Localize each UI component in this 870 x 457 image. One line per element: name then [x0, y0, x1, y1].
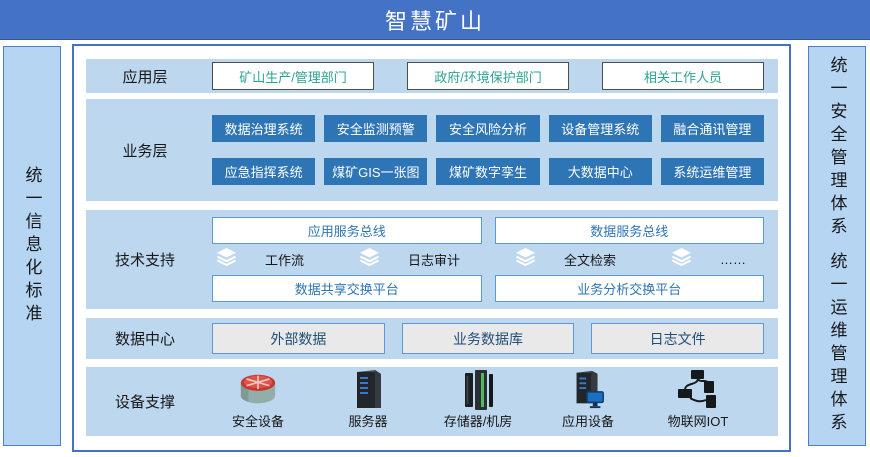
banner: 智慧矿山: [0, 0, 870, 40]
business-system-button: 应急指挥系统: [212, 158, 315, 185]
middleware-label: 日志审计: [408, 250, 460, 269]
service-bus-row: 应用服务总线 数据服务总线: [212, 217, 764, 244]
service-bus-box: 数据服务总线: [495, 217, 765, 244]
data-source-box: 业务数据库: [402, 323, 575, 354]
data-center-content: 外部数据 业务数据库 日志文件: [204, 318, 778, 359]
application-layer-content: 矿山生产/管理部门 政府/环境保护部门 相关工作人员: [204, 59, 778, 93]
right-panel-label-security: 统一安全管理体系: [829, 56, 846, 240]
application-box: 相关工作人员: [602, 62, 764, 90]
middleware-label: 全文检索: [564, 250, 616, 269]
right-panel-label-ops: 统一运维管理体系: [829, 252, 846, 436]
layers-icon: [359, 248, 380, 272]
device-support-row: 设备支撑 安全设备: [86, 367, 778, 436]
application-layer-row: 应用层 矿山生产/管理部门 政府/环境保护部门 相关工作人员: [86, 59, 778, 93]
layers-icon: [216, 248, 237, 272]
tech-support-label: 技术支持: [86, 210, 204, 309]
device-label: 安全设备: [232, 411, 284, 430]
middleware-item: 工作流: [216, 248, 304, 272]
business-system-button: 数据治理系统: [212, 115, 315, 142]
business-system-button: 设备管理系统: [549, 115, 652, 142]
right-standard-panel: 统一安全管理体系 统一运维管理体系: [808, 46, 866, 446]
device-label: 服务器: [348, 411, 387, 430]
middleware-item: 日志审计: [359, 248, 460, 272]
app-device-icon: [567, 368, 609, 410]
business-system-button: 煤矿数字孪生: [436, 158, 539, 185]
business-system-button: 融合通讯管理: [661, 115, 764, 142]
device-support-content: 安全设备 服务器: [204, 367, 778, 436]
tech-support-content: 应用服务总线 数据服务总线 工作流 日志审计: [204, 210, 778, 309]
device-item: 存储器/机房: [434, 368, 522, 430]
business-system-button: 安全风险分析: [436, 115, 539, 142]
device-label: 存储器/机房: [444, 411, 513, 430]
middleware-label: 工作流: [265, 250, 304, 269]
left-standard-panel: 统一信息化标准: [3, 46, 61, 446]
middleware-row: 工作流 日志审计 全文检索: [212, 248, 764, 272]
business-layer-content: 数据治理系统 安全监测预警 安全风险分析 设备管理系统 融合通讯管理 应急指挥系…: [204, 99, 778, 201]
layers-icon: [515, 248, 536, 272]
service-bus-box: 应用服务总线: [212, 217, 482, 244]
device-label: 应用设备: [562, 411, 614, 430]
device-item: 服务器: [324, 368, 412, 430]
device-item: 安全设备: [214, 368, 302, 430]
device-item: 物联网IOT: [654, 368, 742, 430]
business-system-button: 大数据中心: [549, 158, 652, 185]
application-box: 政府/环境保护部门: [407, 62, 569, 90]
business-system-button: 系统运维管理: [661, 158, 764, 185]
server-icon: [350, 368, 386, 410]
platform-row: 数据共享交换平台 业务分析交换平台: [212, 275, 764, 302]
device-item: 应用设备: [544, 368, 632, 430]
data-center-label: 数据中心: [86, 318, 204, 359]
business-layer-row: 业务层 数据治理系统 安全监测预警 安全风险分析 设备管理系统 融合通讯管理 应…: [86, 99, 778, 201]
device-label: 物联网IOT: [668, 411, 729, 430]
data-source-box: 外部数据: [212, 323, 385, 354]
firewall-icon: [235, 368, 281, 410]
middleware-label: ……: [720, 252, 746, 267]
storage-icon: [460, 368, 496, 410]
data-source-box: 日志文件: [591, 323, 764, 354]
page-title: 智慧矿山: [385, 4, 485, 36]
application-box: 矿山生产/管理部门: [212, 62, 374, 90]
architecture-diagram: 应用层 矿山生产/管理部门 政府/环境保护部门 相关工作人员 业务层 数据治理系…: [72, 44, 791, 452]
platform-box: 数据共享交换平台: [212, 275, 482, 302]
platform-box: 业务分析交换平台: [495, 275, 765, 302]
business-button-row: 应急指挥系统 煤矿GIS一张图 煤矿数字孪生 大数据中心 系统运维管理: [212, 158, 764, 185]
data-center-row: 数据中心 外部数据 业务数据库 日志文件: [86, 318, 778, 359]
business-system-button: 煤矿GIS一张图: [324, 158, 427, 185]
tech-support-row: 技术支持 应用服务总线 数据服务总线 工作流 日志审计: [86, 210, 778, 309]
left-panel-label: 统一信息化标准: [24, 166, 41, 327]
layers-icon: [671, 248, 692, 272]
device-support-label: 设备支撑: [86, 367, 204, 436]
business-button-row: 数据治理系统 安全监测预警 安全风险分析 设备管理系统 融合通讯管理: [212, 115, 764, 142]
business-layer-label: 业务层: [86, 99, 204, 201]
iot-network-icon: [675, 368, 721, 410]
application-layer-label: 应用层: [86, 59, 204, 93]
middleware-item: ……: [671, 248, 746, 272]
middleware-item: 全文检索: [515, 248, 616, 272]
business-system-button: 安全监测预警: [324, 115, 427, 142]
